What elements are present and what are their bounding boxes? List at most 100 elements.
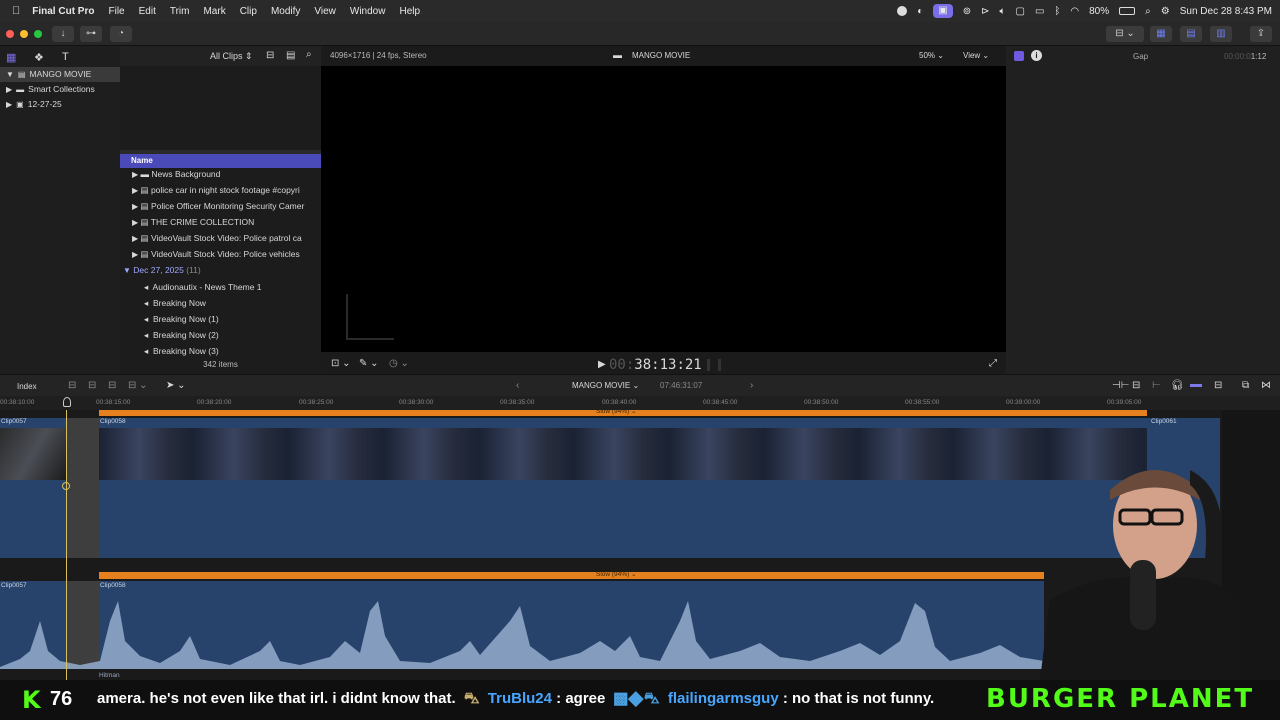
- overwrite-clip-icon[interactable]: ⊟ ⌄: [128, 380, 148, 391]
- wifi-icon[interactable]: ◠: [1070, 6, 1079, 17]
- close-window-button[interactable]: [6, 30, 14, 38]
- fullscreen-icon[interactable]: ⤢: [989, 358, 997, 369]
- play-button[interactable]: ▶: [598, 359, 606, 370]
- minimize-window-button[interactable]: [20, 30, 28, 38]
- clip-appearance-icon[interactable]: ⊟: [266, 50, 274, 61]
- show-inspector-button[interactable]: ▥: [1210, 26, 1232, 42]
- playhead[interactable]: [66, 410, 67, 680]
- retime-label[interactable]: Slow (94%) ⌄: [596, 410, 637, 415]
- apple-icon[interactable]: : [12, 5, 20, 17]
- disclosure-open-icon[interactable]: ▼: [6, 67, 14, 82]
- screen-record-icon[interactable]: ▣: [933, 4, 953, 18]
- audio-list-item[interactable]: ◂ Audionautix - News Theme 1: [120, 279, 321, 295]
- workspace-toggle-button[interactable]: ⊟ ⌄: [1106, 26, 1144, 42]
- disclosure-closed-icon[interactable]: ▶: [6, 82, 12, 97]
- photos-audio-icon[interactable]: ❖: [34, 51, 44, 64]
- select-tool-icon[interactable]: ➤ ⌄: [166, 380, 186, 391]
- sidebar-item-smart-collections[interactable]: ▶ ▬ Smart Collections: [0, 82, 120, 97]
- list-item[interactable]: ▶ ▤ police car in night stock footage #c…: [120, 182, 321, 198]
- search-icon[interactable]: ⌕: [1145, 6, 1151, 17]
- clip-filter-dropdown[interactable]: All Clips ⇕: [210, 51, 253, 62]
- video-clip-prev[interactable]: Clip0057: [0, 418, 66, 558]
- snapping-icon[interactable]: ⊢: [1152, 380, 1161, 391]
- show-timeline-button[interactable]: ▤: [1180, 26, 1202, 42]
- import-button[interactable]: ↓: [52, 26, 74, 42]
- timeline-body[interactable]: Slow (94%) ⌄ Clip0057 Clip0058 Clip0061 …: [0, 410, 1280, 680]
- audio-list-item[interactable]: ◂ Breaking Now: [120, 295, 321, 311]
- gap-clip[interactable]: [66, 418, 99, 558]
- disclosure-closed-icon[interactable]: ▶: [132, 202, 138, 211]
- view-dropdown[interactable]: View ⌄: [963, 51, 989, 60]
- disclosure-open-icon[interactable]: ▼: [123, 266, 131, 275]
- timeline-project-dropdown[interactable]: MANGO MOVIE ⌄: [572, 381, 639, 390]
- viewer-canvas[interactable]: [321, 66, 1006, 352]
- connect-clip-icon[interactable]: ⊟: [68, 380, 76, 391]
- retime-bar-audio[interactable]: Slow (94%) ⌄: [99, 570, 1044, 579]
- list-item[interactable]: ▶ ▤ VideoVault Stock Video: Police patro…: [120, 230, 321, 246]
- clip-appearance-icon[interactable]: ⊟: [1214, 380, 1222, 391]
- solo-icon[interactable]: [1190, 384, 1202, 387]
- event-group-row[interactable]: ▼ Dec 27, 2025 (11): [120, 262, 321, 278]
- retime-bar[interactable]: Slow (94%) ⌄: [99, 410, 1147, 416]
- audio-list-item[interactable]: ◂ Breaking Now (2): [120, 327, 321, 343]
- zoom-window-button[interactable]: [34, 30, 42, 38]
- titles-icon[interactable]: T: [62, 51, 69, 63]
- gap-inspector-icon[interactable]: [1014, 51, 1024, 61]
- color-picker-icon[interactable]: ◐: [917, 6, 923, 17]
- sidebar-item-event[interactable]: ▶ ▣ 12-27-25: [0, 97, 120, 112]
- disclosure-closed-icon[interactable]: ▶: [132, 186, 138, 195]
- enhance-tool-icon[interactable]: ✎ ⌄: [359, 358, 379, 369]
- history-back-icon[interactable]: ‹: [516, 380, 519, 391]
- list-item[interactable]: ▶ ▤ THE CRIME COLLECTION: [120, 214, 321, 230]
- zoom-to-fit-icon[interactable]: ⊣⊢: [1112, 380, 1129, 391]
- search-icon[interactable]: ⌕: [306, 49, 312, 60]
- disclosure-closed-icon[interactable]: ▶: [6, 97, 12, 112]
- disclosure-closed-icon[interactable]: ▶: [132, 250, 138, 259]
- disclosure-closed-icon[interactable]: ▶: [132, 218, 138, 227]
- info-icon[interactable]: i: [1031, 50, 1042, 61]
- zoom-dropdown[interactable]: 50% ⌄: [919, 51, 944, 60]
- menu-mark[interactable]: Mark: [203, 6, 225, 17]
- retime-tool-icon[interactable]: ◷ ⌄: [389, 358, 409, 369]
- battery-icon[interactable]: [1119, 7, 1136, 15]
- show-browser-button[interactable]: ▦: [1150, 26, 1172, 42]
- list-item[interactable]: ▶ ▤ Police Officer Monitoring Security C…: [120, 198, 321, 214]
- display-icon[interactable]: ▢: [1015, 6, 1024, 17]
- menu-window[interactable]: Window: [350, 6, 386, 17]
- clock[interactable]: Sun Dec 28 8:43 PM: [1180, 6, 1272, 17]
- share-button[interactable]: ⇪: [1250, 26, 1272, 42]
- keywords-button[interactable]: ⊶: [80, 26, 102, 42]
- timeline-index-button[interactable]: Index: [17, 382, 37, 391]
- effects-browser-icon[interactable]: ⧉: [1242, 380, 1249, 391]
- menu-clip[interactable]: Clip: [240, 6, 257, 17]
- menu-view[interactable]: View: [314, 6, 336, 17]
- audio-list-item[interactable]: ◂ Breaking Now (3): [120, 343, 321, 359]
- video-clip-main[interactable]: Clip0058: [99, 418, 1147, 558]
- library-row[interactable]: ▼ ▤ MANGO MOVIE: [0, 67, 120, 82]
- wheel-icon[interactable]: ⊚: [963, 6, 971, 17]
- libraries-icon[interactable]: ▦: [6, 51, 16, 64]
- list-item[interactable]: ▶ ▬ News Background: [120, 166, 321, 182]
- filmstrip-icon[interactable]: ▤: [286, 50, 295, 61]
- insert-clip-icon[interactable]: ⊟: [88, 380, 96, 391]
- transitions-browser-icon[interactable]: ⋈: [1261, 380, 1271, 391]
- transform-tool-icon[interactable]: ⊡ ⌄: [331, 358, 351, 369]
- disclosure-closed-icon[interactable]: ▶: [132, 170, 138, 179]
- menu-edit[interactable]: Edit: [139, 6, 156, 17]
- audio-skimming-icon[interactable]: 🎧︎: [1171, 380, 1184, 391]
- status-circle-icon[interactable]: [897, 6, 908, 16]
- play-icon[interactable]: ⊳: [981, 6, 989, 17]
- playhead-handle[interactable]: [63, 397, 71, 407]
- timeline-ruler[interactable]: 00:38:10:00 00:38:15:00 00:38:20:00 00:3…: [0, 396, 1280, 410]
- disclosure-closed-icon[interactable]: ▶: [132, 234, 138, 243]
- monitor-icon[interactable]: ▭: [1035, 6, 1044, 17]
- background-tasks-button[interactable]: ◔: [110, 26, 132, 42]
- audio-list-item[interactable]: ◂ Breaking Now (1): [120, 311, 321, 327]
- menu-file[interactable]: File: [108, 6, 124, 17]
- menu-help[interactable]: Help: [399, 6, 420, 17]
- history-forward-icon[interactable]: ›: [750, 380, 753, 391]
- menu-trim[interactable]: Trim: [170, 6, 190, 17]
- control-center-icon[interactable]: ⚙︎: [1161, 6, 1170, 17]
- menu-modify[interactable]: Modify: [271, 6, 300, 17]
- retime-label[interactable]: Slow (94%) ⌄: [596, 570, 637, 578]
